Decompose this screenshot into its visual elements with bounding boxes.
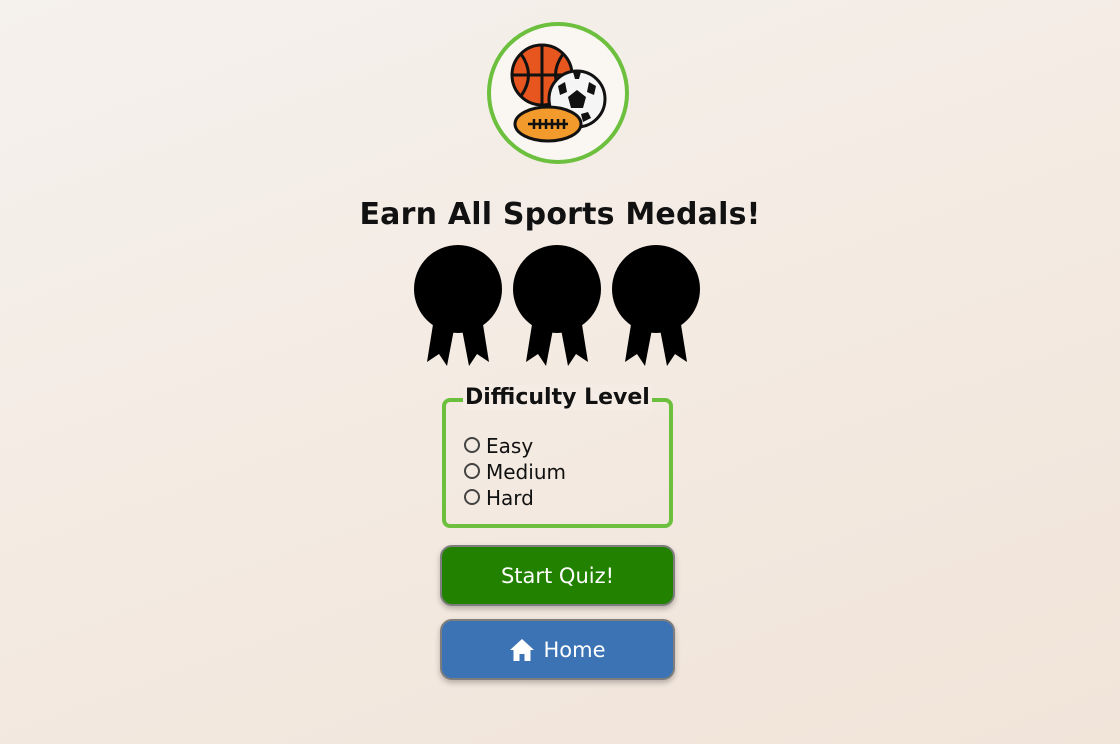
sports-balls-icon xyxy=(510,43,607,143)
page-title: Earn All Sports Medals! xyxy=(359,197,761,232)
medal-icon xyxy=(414,245,502,366)
difficulty-fieldset: Difficulty Level Easy Medium Hard xyxy=(442,385,673,528)
difficulty-option-hard[interactable]: Hard xyxy=(464,485,566,511)
option-label: Hard xyxy=(486,486,534,510)
radio-hard[interactable] xyxy=(464,489,480,505)
home-button[interactable]: Home xyxy=(440,619,675,680)
medals-row xyxy=(0,244,1120,369)
difficulty-options: Easy Medium Hard xyxy=(464,433,566,511)
medal-icon xyxy=(513,245,601,366)
start-quiz-label: Start Quiz! xyxy=(500,563,615,588)
difficulty-option-medium[interactable]: Medium xyxy=(464,459,566,485)
start-quiz-button[interactable]: Start Quiz! xyxy=(440,545,675,606)
sports-logo xyxy=(487,22,629,164)
option-label: Medium xyxy=(486,460,566,484)
radio-easy[interactable] xyxy=(464,437,480,453)
option-label: Easy xyxy=(486,434,534,458)
medal-icon xyxy=(612,245,700,366)
radio-medium[interactable] xyxy=(464,463,480,479)
home-label: Home xyxy=(543,637,606,662)
home-icon xyxy=(510,638,535,661)
difficulty-option-easy[interactable]: Easy xyxy=(464,433,566,459)
difficulty-legend: Difficulty Level xyxy=(463,385,652,410)
